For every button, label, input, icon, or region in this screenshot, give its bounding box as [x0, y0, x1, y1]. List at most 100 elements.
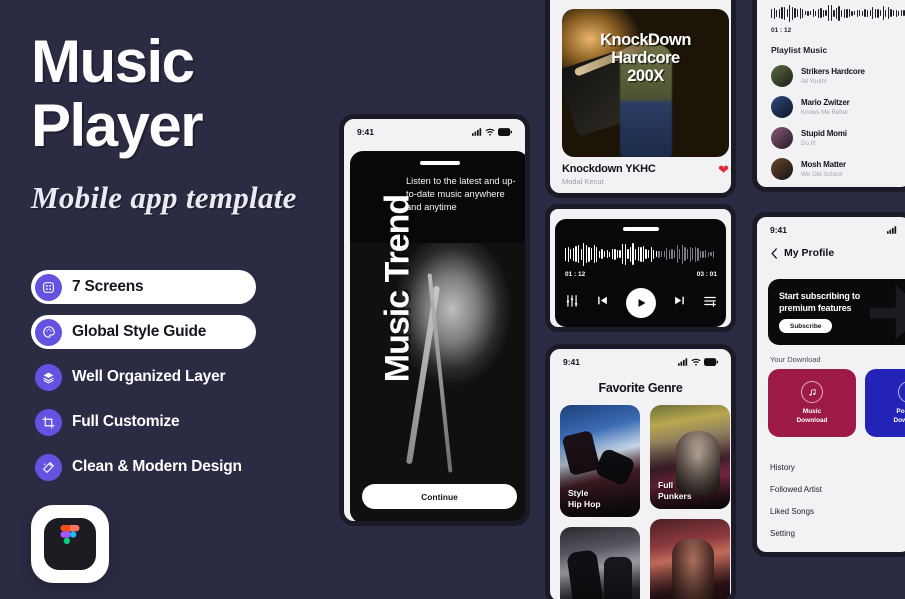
feature-item-7-screens[interactable]: 7 Screens	[31, 270, 256, 304]
phone-mockup-onboarding: 9:41 Music Trend Listen to the latest an…	[339, 114, 530, 526]
subscribe-button[interactable]: Subscribe	[779, 319, 833, 333]
playlist-item-subtitle: Knows Me Better	[801, 108, 849, 116]
heart-filled-icon[interactable]: ❤	[718, 163, 729, 176]
status-time: 9:41	[770, 225, 788, 235]
status-bar: 9:41	[757, 217, 905, 239]
wifi-icon	[691, 358, 701, 366]
playlist-items: Strikers Hardcore All Youth! Mario Zwitz…	[771, 65, 905, 180]
list-item[interactable]: Mario Zwitzer Knows Me Better	[771, 96, 905, 118]
onboarding-copy: Listen to the latest and up-to-date musi…	[406, 176, 516, 212]
page-subtitle: Mobile app template	[31, 180, 297, 215]
previous-button[interactable]	[596, 294, 609, 312]
download-card-label: Podcast Download	[893, 408, 905, 425]
grid-icon	[35, 273, 62, 301]
profile-title: My Profile	[784, 247, 835, 259]
playlist-item-name: Mosh Matter	[801, 160, 846, 170]
favorite-genre-heading: Favorite Genre	[598, 381, 683, 395]
player-times: 01 : 12 03 : 01	[565, 271, 717, 278]
menu-item-history[interactable]: History	[770, 463, 905, 472]
genre-caption-line-1: Style	[568, 488, 589, 498]
figma-badge[interactable]	[31, 505, 109, 583]
waveform-seekbar[interactable]	[771, 4, 905, 22]
next-icon	[675, 296, 684, 305]
cellular-signal-icon	[678, 358, 688, 366]
duration-time: 03 : 01	[696, 271, 717, 278]
download-card-line-1: Podcast	[896, 408, 905, 415]
profile-navbar: My Profile	[757, 239, 905, 259]
status-time: 9:41	[357, 127, 375, 137]
feature-item-clean-modern-design[interactable]: Clean & Modern Design	[31, 450, 256, 484]
feature-label: Full Customize	[72, 413, 180, 430]
album-artwork: KnockDown Hardcore 200X	[562, 9, 729, 157]
avatar	[771, 158, 793, 180]
track-meta: Knockdown YKHC Modal Kecut ❤	[562, 163, 729, 186]
download-card-label: Music Download	[796, 408, 827, 425]
playlist-item-subtitle: Do It!	[801, 139, 816, 147]
status-bar: 9:41	[344, 119, 525, 141]
player-sheet: 01 : 12 03 : 01	[555, 219, 726, 327]
playlist-item-name: Strikers Hardcore	[801, 67, 865, 77]
elapsed-time: 01 : 12	[771, 27, 792, 34]
play-button[interactable]	[626, 288, 656, 318]
title-line-1: Music	[31, 28, 195, 95]
genre-caption-line-2: Punkers	[658, 491, 692, 501]
menu-item-liked-songs[interactable]: Liked Songs	[770, 507, 905, 516]
onboarding-card: Music Trend Listen to the latest and up-…	[350, 151, 525, 521]
artwork-title-line-2: Hardcore	[611, 49, 680, 67]
list-item[interactable]: Stupid Momi Do It!	[771, 127, 905, 149]
podcast-download-card[interactable]: Podcast Download	[865, 369, 905, 437]
playlist-heading: Playlist Music	[771, 45, 828, 55]
onboarding-photo	[350, 243, 525, 521]
status-time: 9:41	[563, 357, 581, 367]
music-download-card[interactable]: Music Download	[768, 369, 856, 437]
artwork-title: KnockDown Hardcore 200X	[562, 31, 729, 85]
wifi-icon	[485, 128, 495, 136]
genre-caption: Full Punkers	[658, 480, 692, 502]
list-item[interactable]: Strikers Hardcore All Youth!	[771, 65, 905, 87]
avatar	[771, 65, 793, 87]
genre-card[interactable]: Style Hip Hop	[560, 405, 640, 517]
phone-mockup-profile: 9:41 My Profile Start subscribing to pre…	[752, 212, 905, 557]
promo-panel: Music Player Mobile app template 7 Scree…	[0, 0, 335, 599]
feature-label: Well Organized Layer	[72, 368, 226, 385]
battery-icon	[498, 128, 512, 136]
subscribe-banner[interactable]: Start subscribing to premium features Su…	[768, 279, 905, 345]
continue-button[interactable]: Continue	[362, 484, 517, 509]
drag-handle[interactable]	[622, 227, 659, 231]
palette-icon	[35, 318, 62, 346]
artwork-title-line-3: 200X	[627, 67, 664, 85]
feature-item-global-style-guide[interactable]: Global Style Guide	[31, 315, 256, 349]
equalizer-button[interactable]	[565, 294, 579, 313]
genre-card[interactable]: Super Hardcore	[560, 527, 640, 599]
feature-item-well-organized-layer[interactable]: Well Organized Layer	[31, 360, 256, 394]
feature-label: Global Style Guide	[72, 323, 207, 340]
title-line-2: Player	[31, 92, 204, 159]
player-controls	[565, 285, 717, 321]
download-card-line-2: Download	[796, 416, 828, 424]
drag-handle[interactable]	[419, 161, 460, 165]
menu-item-setting[interactable]: Setting	[770, 529, 905, 538]
feature-item-full-customize[interactable]: Full Customize	[31, 405, 256, 439]
download-heading: Your Download	[770, 355, 821, 364]
cellular-signal-icon	[887, 226, 897, 234]
waveform-seekbar[interactable]	[565, 242, 717, 266]
artwork-title-line-1: KnockDown	[600, 31, 691, 49]
music-note-icon	[801, 381, 823, 403]
genre-card[interactable]: Full Punkers	[650, 405, 730, 509]
next-button[interactable]	[673, 294, 686, 312]
queue-button[interactable]	[703, 294, 717, 313]
genre-card[interactable]: Rock N' Rockers	[650, 519, 730, 599]
microphone-stand-2	[427, 273, 453, 473]
avatar	[771, 127, 793, 149]
chevron-left-icon[interactable]	[770, 247, 778, 259]
phone-mockup-favorite-genre: 9:41 Favorite Genre Style Hip Hop Full P…	[545, 344, 736, 599]
cellular-signal-icon	[472, 128, 482, 136]
poster-canvas: Music Player Mobile app template 7 Scree…	[0, 0, 905, 599]
avatar	[771, 96, 793, 118]
genre-caption-line-2: Hip Hop	[568, 499, 601, 509]
track-artist: Modal Kecut	[562, 177, 604, 186]
layers-icon	[35, 363, 62, 391]
menu-item-followed-artist[interactable]: Followed Artist	[770, 485, 905, 494]
playlist-item-subtitle: We Old School	[801, 170, 843, 178]
list-item[interactable]: Mosh Matter We Old School	[771, 158, 905, 180]
